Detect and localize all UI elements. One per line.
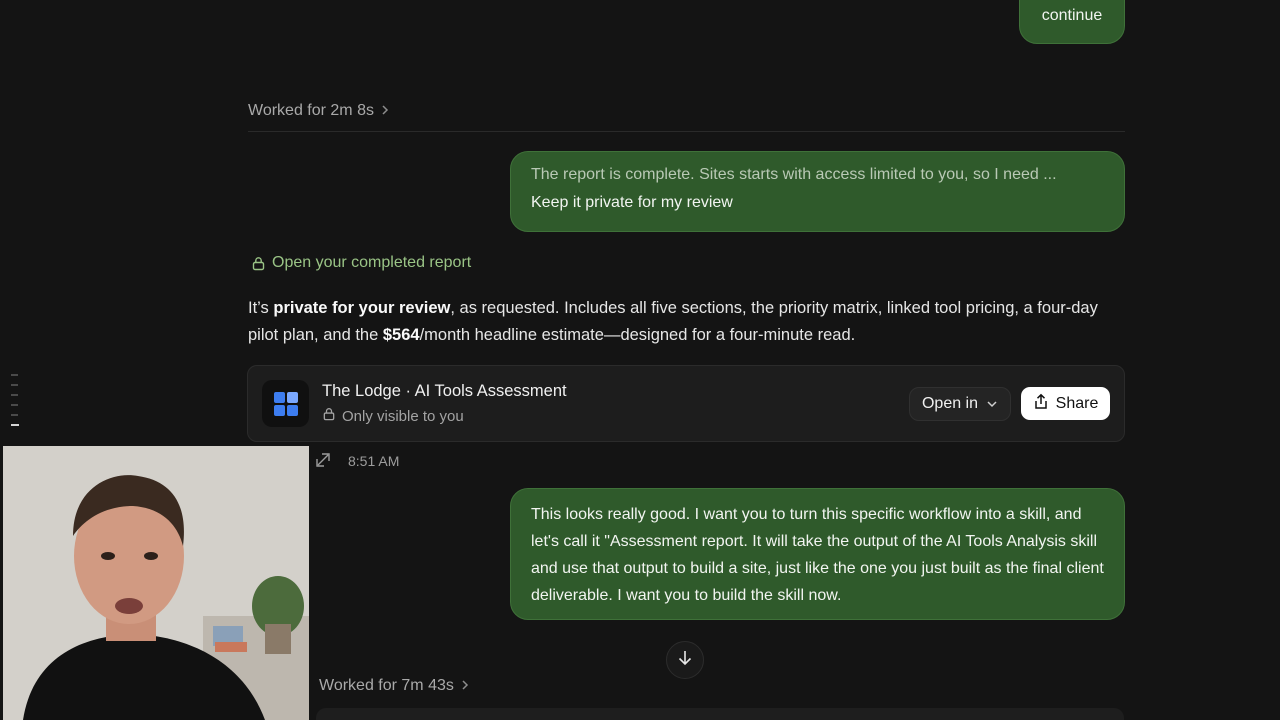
open-in-button[interactable]: Open in xyxy=(909,387,1011,421)
user-message-continue: continue xyxy=(1019,0,1125,44)
summary-text: /month headline estimate—designed for a … xyxy=(419,326,856,344)
message-text: Keep it private for my review xyxy=(531,194,733,211)
lock-icon xyxy=(322,407,336,425)
worked-for-toggle[interactable]: Worked for 2m 8s xyxy=(248,102,390,120)
open-report-label: Open your completed report xyxy=(272,254,472,271)
tick xyxy=(11,394,18,396)
assistant-message: It’s private for your review, as request… xyxy=(248,295,1128,349)
chat-page: continue Worked for 2m 8s The report is … xyxy=(0,0,1280,720)
worked-for-label: Worked for 7m 43s xyxy=(319,677,454,694)
quoted-text: The report is complete. Sites starts wit… xyxy=(531,166,1057,183)
timestamp: 8:51 AM xyxy=(348,453,400,469)
message-text: This looks really good. I want you to tu… xyxy=(531,506,1104,604)
scroll-down-button[interactable] xyxy=(666,641,704,679)
open-in-label: Open in xyxy=(921,395,979,412)
share-label: Share xyxy=(1055,394,1099,412)
divider xyxy=(248,131,1125,132)
card-title: The Lodge · AI Tools Assessment xyxy=(322,382,567,400)
tick xyxy=(11,374,18,376)
summary-bold-price: $564 xyxy=(382,326,420,344)
scroll-position-indicator[interactable] xyxy=(11,374,19,434)
message-meta: 8:51 AM xyxy=(315,451,399,471)
user-message-reply: The report is complete. Sites starts wit… xyxy=(510,151,1125,232)
open-report-link[interactable]: Open your completed report xyxy=(251,254,471,272)
site-card[interactable]: The Lodge · AI Tools Assessment Only vis… xyxy=(247,365,1125,442)
app-grid-icon xyxy=(262,380,309,427)
share-button[interactable]: Share xyxy=(1021,387,1110,420)
summary-bold: private for your review xyxy=(273,299,451,317)
composer-edge xyxy=(316,708,1124,720)
tick xyxy=(11,384,18,386)
card-visibility: Only visible to you xyxy=(322,407,464,425)
expand-icon[interactable] xyxy=(315,451,332,471)
visibility-label: Only visible to you xyxy=(342,407,464,425)
webcam-overlay xyxy=(3,446,309,720)
worked-for-toggle[interactable]: Worked for 7m 43s xyxy=(319,677,470,695)
chevron-right-icon xyxy=(460,678,470,695)
arrow-down-icon xyxy=(677,649,693,672)
chevron-down-icon xyxy=(986,395,998,413)
tick xyxy=(11,404,18,406)
chevron-right-icon xyxy=(380,103,390,120)
tick xyxy=(11,414,18,416)
message-text: continue xyxy=(1041,7,1103,24)
user-message-request: This looks really good. I want you to tu… xyxy=(510,488,1125,620)
summary-text: It’s xyxy=(248,299,274,317)
lock-icon xyxy=(251,256,266,271)
tick-active xyxy=(11,424,19,426)
worked-for-label: Worked for 2m 8s xyxy=(248,102,374,119)
share-icon xyxy=(1033,393,1049,415)
